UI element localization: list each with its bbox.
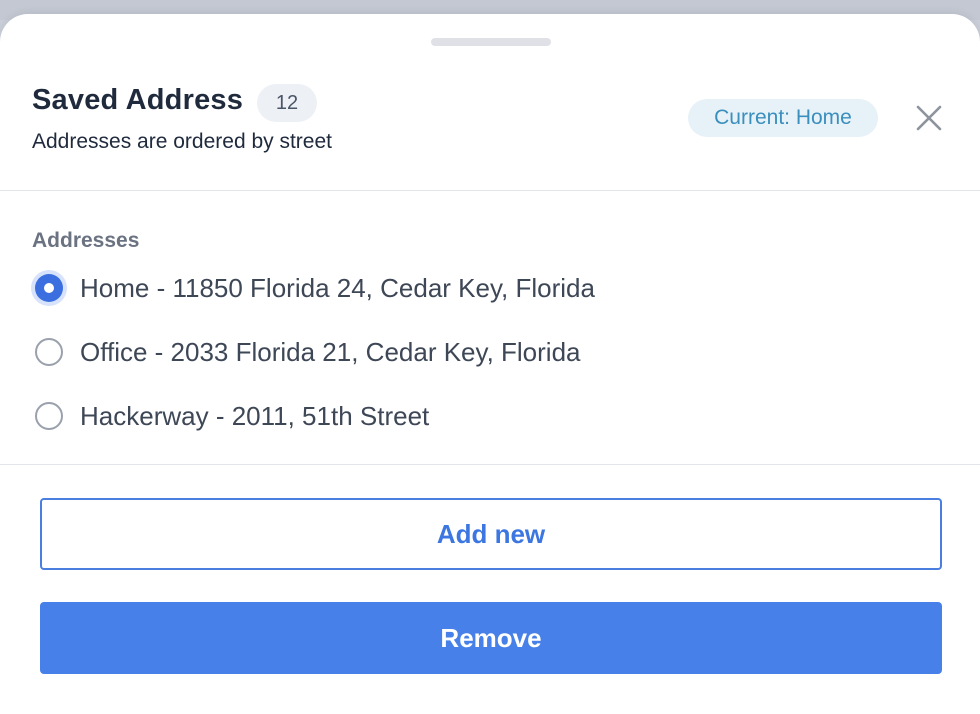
sheet-subtitle: Addresses are ordered by street	[32, 130, 332, 153]
radio-button[interactable]	[35, 402, 63, 430]
radio-button[interactable]	[35, 274, 63, 302]
address-option-label: Office - 2033 Florida 21, Cedar Key, Flo…	[80, 336, 581, 367]
address-option-label: Home - 11850 Florida 24, Cedar Key, Flor…	[80, 272, 595, 303]
address-option-label: Hackerway - 2011, 51th Street	[80, 400, 430, 431]
add-new-button[interactable]: Add new	[40, 498, 942, 570]
address-count-badge: 12	[257, 84, 317, 122]
current-address-pill: Current: Home	[688, 99, 878, 137]
header-divider	[0, 190, 980, 191]
sheet-drag-handle[interactable]	[431, 38, 551, 46]
address-bottom-sheet: Saved Address 12 Addresses are ordered b…	[0, 14, 980, 714]
addresses-section-label: Addresses	[32, 229, 140, 252]
close-icon	[916, 105, 942, 131]
address-option-office[interactable]: Office - 2033 Florida 21, Cedar Key, Flo…	[32, 332, 581, 372]
remove-button[interactable]: Remove	[40, 602, 942, 674]
radio-button[interactable]	[35, 338, 63, 366]
sheet-title: Saved Address	[32, 84, 244, 116]
address-option-home[interactable]: Home - 11850 Florida 24, Cedar Key, Flor…	[32, 268, 595, 308]
address-option-hackerway[interactable]: Hackerway - 2011, 51th Street	[32, 396, 429, 436]
list-divider	[0, 464, 980, 465]
close-button[interactable]	[910, 102, 948, 136]
